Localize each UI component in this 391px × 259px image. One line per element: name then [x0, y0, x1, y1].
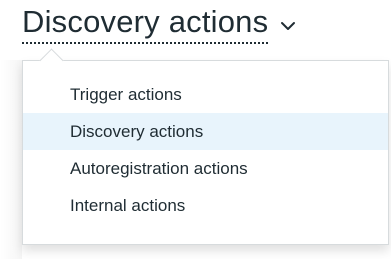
chevron-down-icon[interactable] [280, 18, 296, 34]
menu-list: Trigger actions Discovery actions Autore… [23, 76, 388, 224]
page-title-dropdown[interactable]: Discovery actions [22, 2, 296, 44]
menu-item-trigger-actions[interactable]: Trigger actions [23, 76, 388, 113]
page-edge-shadow [0, 60, 22, 259]
page-title[interactable]: Discovery actions [22, 2, 269, 44]
menu-item-internal-actions[interactable]: Internal actions [23, 187, 388, 224]
menu-item-autoregistration-actions[interactable]: Autoregistration actions [23, 150, 388, 187]
actions-dropdown-menu: Trigger actions Discovery actions Autore… [22, 48, 389, 245]
menu-caret [39, 48, 64, 73]
menu-item-discovery-actions[interactable]: Discovery actions [23, 113, 388, 150]
